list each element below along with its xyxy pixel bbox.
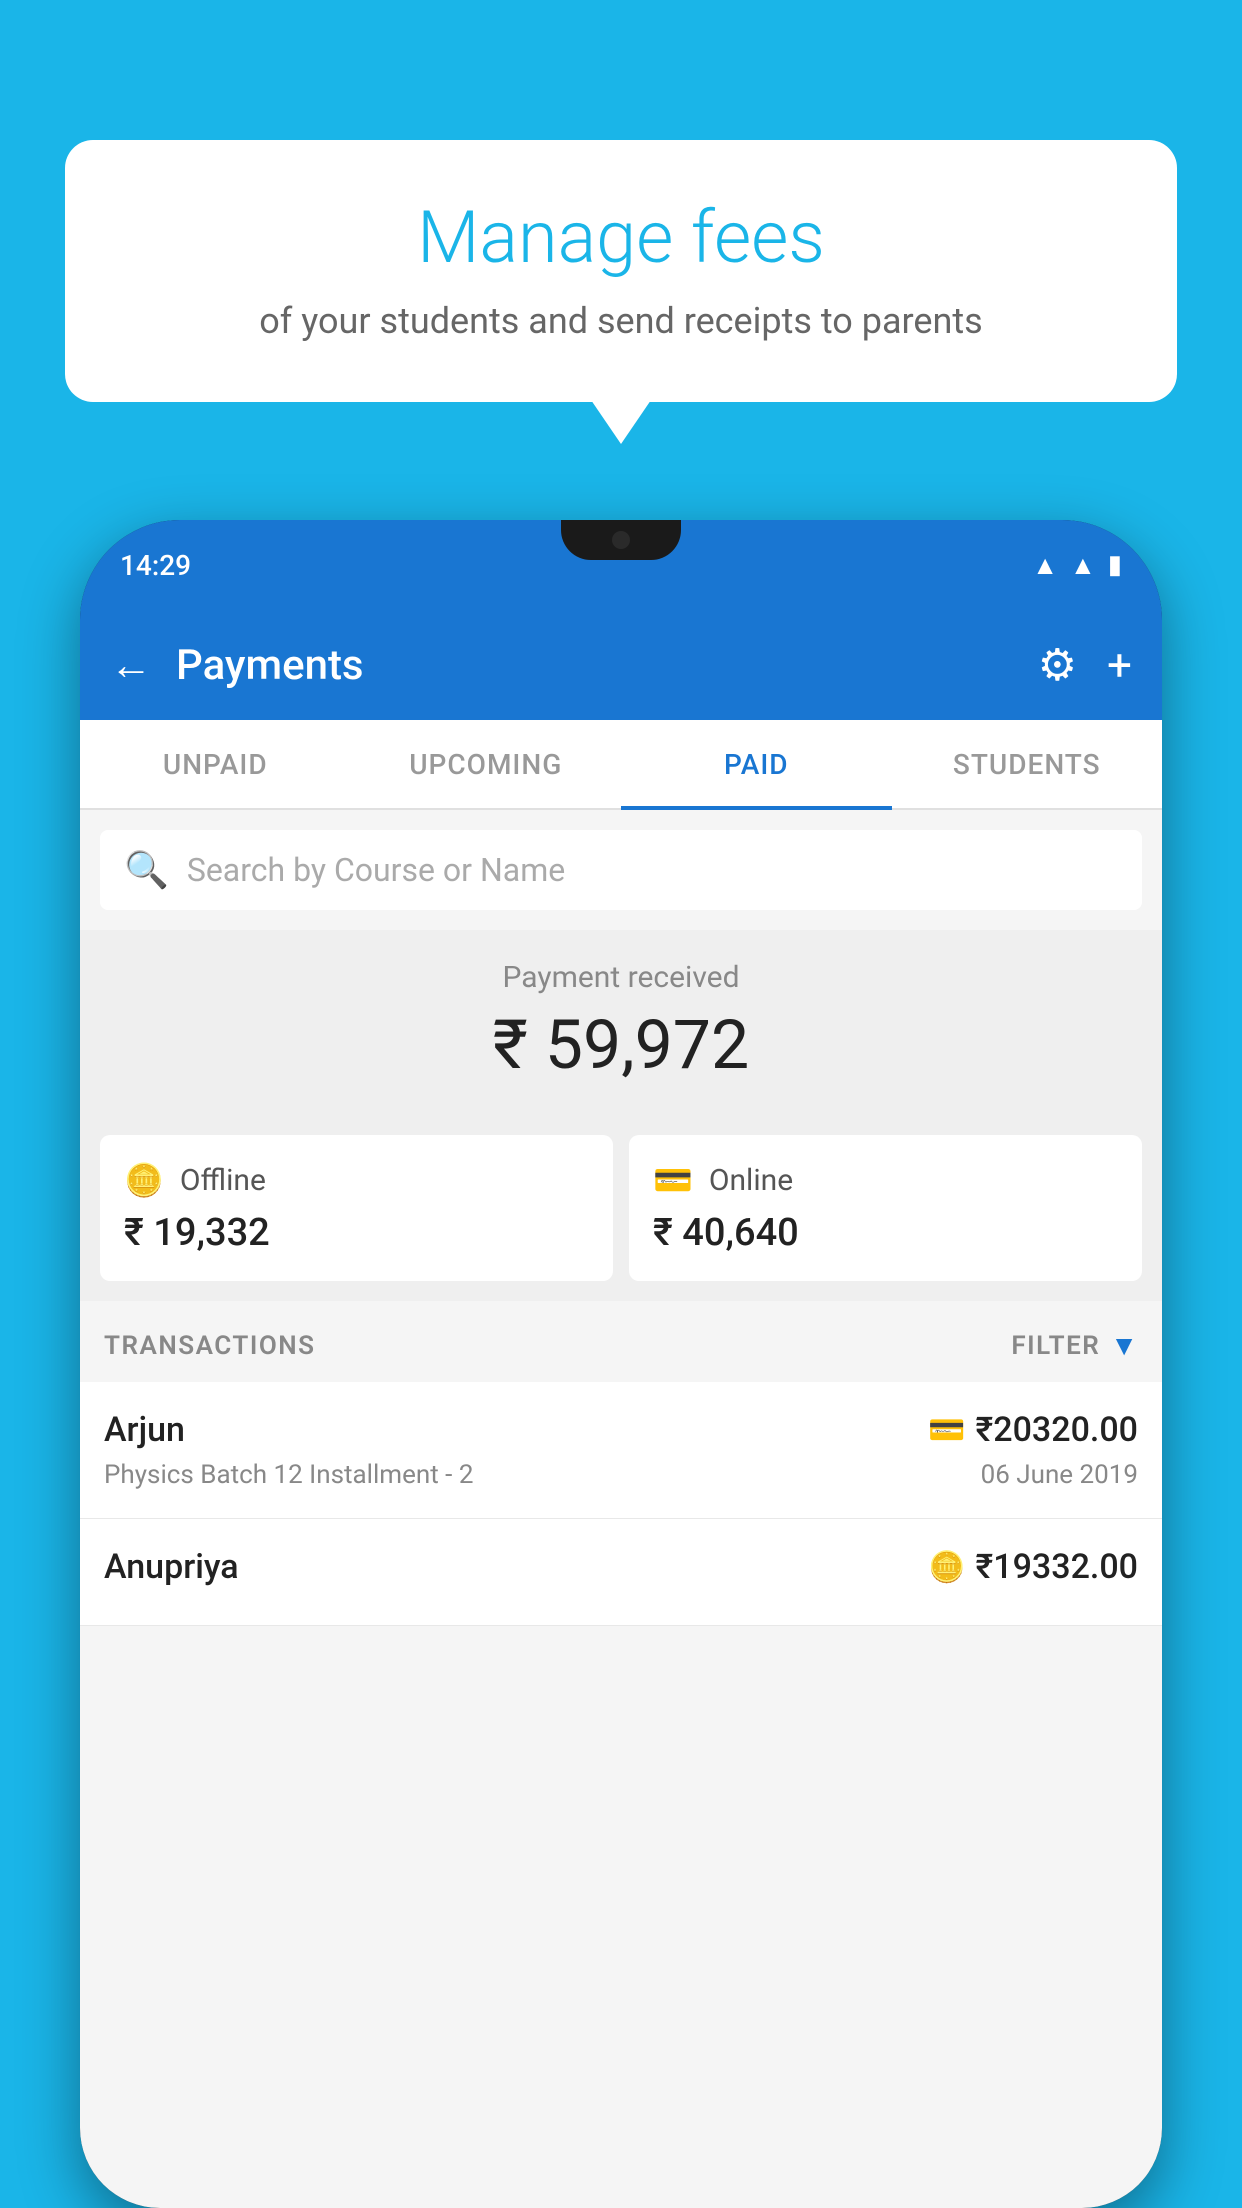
transactions-label: TRANSACTIONS — [104, 1331, 316, 1361]
bubble-subtitle: of your students and send receipts to pa… — [125, 300, 1117, 342]
settings-icon[interactable]: ⚙ — [1038, 639, 1077, 691]
payment-received-label: Payment received — [100, 960, 1142, 995]
search-input[interactable]: Search by Course or Name — [187, 851, 565, 889]
search-bar[interactable]: 🔍 Search by Course or Name — [100, 830, 1142, 910]
bubble-title: Manage fees — [125, 195, 1117, 280]
transaction-item-anupriya[interactable]: Anupriya 🪙 ₹19332.00 — [80, 1519, 1162, 1626]
online-amount: ₹ 40,640 — [653, 1211, 1118, 1255]
app-title: Payments — [176, 641, 1038, 690]
offline-payment-card: 🪙 Offline ₹ 19,332 — [100, 1135, 613, 1281]
offline-label: Offline — [180, 1163, 266, 1198]
speech-bubble-container: Manage fees of your students and send re… — [65, 140, 1177, 402]
filter-container[interactable]: FILTER ▼ — [1011, 1329, 1138, 1362]
camera-dot — [612, 531, 630, 549]
transaction-bottom-row: Physics Batch 12 Installment - 2 06 June… — [104, 1460, 1138, 1490]
transaction-top-row-2: Anupriya 🪙 ₹19332.00 — [104, 1547, 1138, 1587]
tab-unpaid[interactable]: UNPAID — [80, 720, 351, 808]
add-icon[interactable]: + — [1107, 639, 1132, 691]
search-icon: 🔍 — [124, 849, 169, 891]
status-time: 14:29 — [120, 549, 191, 582]
filter-label: FILTER — [1011, 1331, 1100, 1361]
tab-upcoming[interactable]: UPCOMING — [351, 720, 622, 808]
offline-amount: ₹ 19,332 — [124, 1211, 589, 1255]
speech-bubble: Manage fees of your students and send re… — [65, 140, 1177, 402]
signal-icon: ▲ — [1070, 550, 1096, 581]
transaction-name: Arjun — [104, 1410, 185, 1450]
wifi-icon: ▲ — [1032, 550, 1058, 581]
transaction-course: Physics Batch 12 Installment - 2 — [104, 1460, 473, 1490]
transaction-amount: ₹20320.00 — [976, 1410, 1138, 1450]
offline-card-header: 🪙 Offline — [124, 1161, 589, 1199]
status-bar: 14:29 ▲ ▲ ▮ — [80, 520, 1162, 610]
notch — [561, 520, 681, 560]
app-bar-actions: ⚙ + — [1038, 639, 1132, 691]
online-card-header: 💳 Online — [653, 1161, 1118, 1199]
back-button[interactable]: ← — [110, 641, 152, 690]
transaction-amount-2: ₹19332.00 — [976, 1547, 1138, 1587]
tabs: UNPAID UPCOMING PAID STUDENTS — [80, 720, 1162, 810]
transactions-header: TRANSACTIONS FILTER ▼ — [80, 1301, 1162, 1382]
online-icon: 💳 — [653, 1161, 693, 1199]
content-area: 🔍 Search by Course or Name Payment recei… — [80, 810, 1162, 2208]
phone-frame: 14:29 ▲ ▲ ▮ ← Payments ⚙ + UNPAID — [80, 520, 1162, 2208]
transaction-amount-container-2: 🪙 ₹19332.00 — [928, 1547, 1138, 1587]
payment-amount: ₹ 59,972 — [100, 1005, 1142, 1085]
battery-icon: ▮ — [1108, 550, 1122, 580]
status-icons: ▲ ▲ ▮ — [1032, 550, 1122, 581]
online-label: Online — [709, 1163, 793, 1198]
tab-paid[interactable]: PAID — [621, 720, 892, 808]
offline-icon: 🪙 — [124, 1161, 164, 1199]
app-bar: ← Payments ⚙ + — [80, 610, 1162, 720]
online-payment-card: 💳 Online ₹ 40,640 — [629, 1135, 1142, 1281]
transaction-date: 06 June 2019 — [981, 1460, 1138, 1490]
transaction-item-arjun[interactable]: Arjun 💳 ₹20320.00 Physics Batch 12 Insta… — [80, 1382, 1162, 1519]
transaction-top-row: Arjun 💳 ₹20320.00 — [104, 1410, 1138, 1450]
transaction-name-2: Anupriya — [104, 1547, 239, 1587]
filter-icon: ▼ — [1110, 1329, 1138, 1362]
payment-received-section: Payment received ₹ 59,972 — [80, 930, 1162, 1115]
payment-cards: 🪙 Offline ₹ 19,332 💳 Online ₹ 40,640 — [80, 1115, 1162, 1301]
transaction-type-icon: 💳 — [928, 1413, 965, 1448]
phone-container: 14:29 ▲ ▲ ▮ ← Payments ⚙ + UNPAID — [80, 520, 1162, 2208]
transaction-type-icon-2: 🪙 — [928, 1550, 965, 1585]
transaction-amount-container: 💳 ₹20320.00 — [928, 1410, 1138, 1450]
tab-students[interactable]: STUDENTS — [892, 720, 1163, 808]
